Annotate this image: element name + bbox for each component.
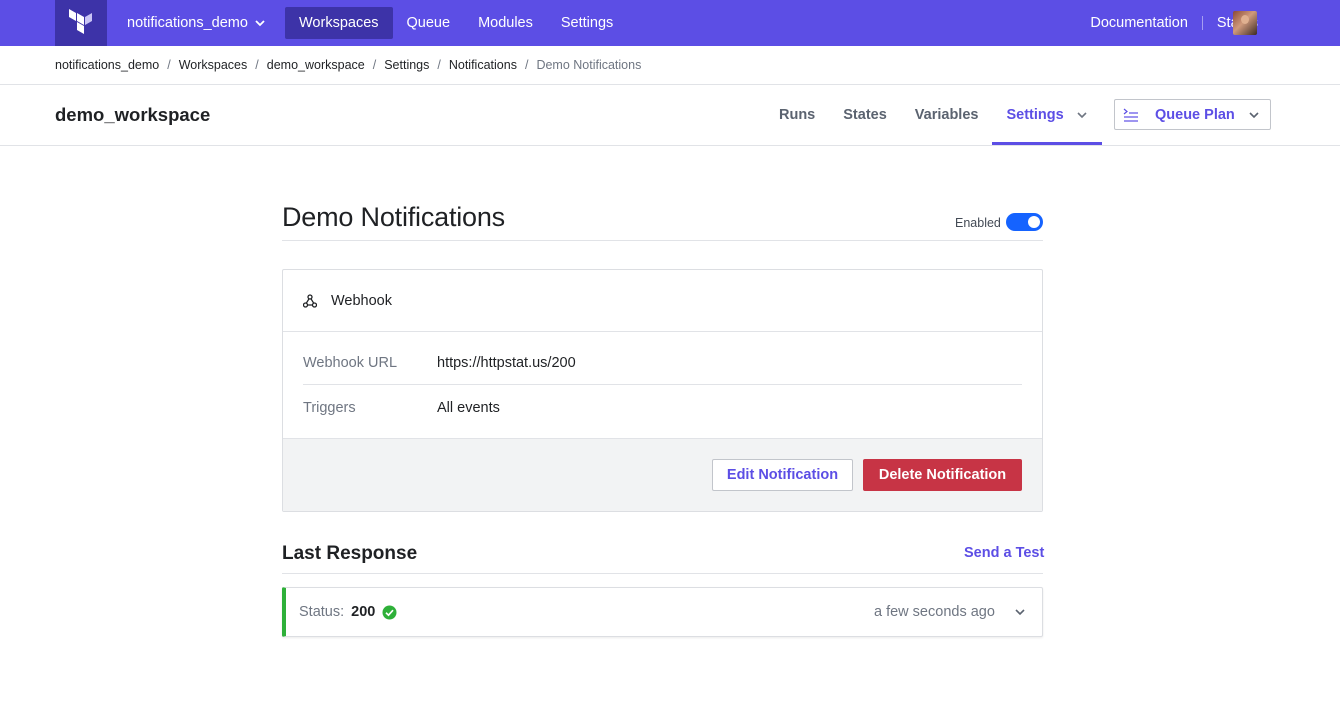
field-label: Triggers <box>303 400 356 416</box>
chevron-down-icon <box>255 20 265 27</box>
nav-divider <box>1201 16 1203 30</box>
top-navigation-bar: notifications_demo Workspaces Queue Modu… <box>0 0 1340 46</box>
page-title: Demo Notifications <box>282 202 505 232</box>
field-label: Webhook URL <box>303 354 398 371</box>
chevron-down-icon[interactable] <box>1014 606 1026 618</box>
chevron-down-icon <box>1249 111 1259 118</box>
breadcrumb-separator: / <box>524 58 529 72</box>
breadcrumb-separator: / <box>372 58 377 72</box>
enabled-toggle[interactable] <box>1006 213 1043 231</box>
last-response-title: Last Response <box>282 543 418 564</box>
destination-type: Webhook <box>331 292 392 309</box>
tab-variables[interactable]: Variables <box>901 85 993 145</box>
divider <box>282 240 1043 241</box>
tab-settings-label: Settings <box>1006 107 1064 123</box>
nav-modules[interactable]: Modules <box>464 7 547 39</box>
nav-workspaces[interactable]: Workspaces <box>285 7 393 39</box>
tab-runs[interactable]: Runs <box>765 85 829 145</box>
nav-queue[interactable]: Queue <box>393 7 465 39</box>
main-nav-links: Workspaces Queue Modules Settings <box>285 0 627 46</box>
tab-settings[interactable]: Settings <box>992 85 1102 145</box>
send-test-link[interactable]: Send a Test <box>964 545 1044 561</box>
status-code: 200 <box>351 604 376 620</box>
triggers-row: Triggers All events <box>303 386 1022 430</box>
breadcrumb-separator: / <box>167 58 171 72</box>
enabled-label: Enabled <box>955 216 1001 230</box>
nav-settings[interactable]: Settings <box>547 7 627 39</box>
organization-name: notifications_demo <box>127 15 248 31</box>
terraform-logo-icon <box>69 9 92 34</box>
breadcrumb-workspaces[interactable]: Workspaces <box>179 58 248 72</box>
check-circle-icon <box>382 605 397 619</box>
card-actions: Edit Notification Delete Notification <box>283 438 1042 511</box>
breadcrumb: notifications_demo / Workspaces / demo_w… <box>55 56 641 74</box>
breadcrumb-separator: / <box>437 58 441 72</box>
delete-notification-button[interactable]: Delete Notification <box>863 459 1022 491</box>
breadcrumb-workspace[interactable]: demo_workspace <box>267 58 365 72</box>
nav-documentation[interactable]: Documentation <box>1090 15 1188 31</box>
edit-notification-button[interactable]: Edit Notification <box>712 459 853 491</box>
response-item[interactable]: Status: 200 a few seconds ago <box>282 587 1043 637</box>
breadcrumb-organization[interactable]: notifications_demo <box>55 58 159 72</box>
breadcrumb-settings[interactable]: Settings <box>384 58 429 72</box>
notification-card: Webhook Webhook URL https://httpstat.us/… <box>282 269 1043 512</box>
organization-switcher[interactable]: notifications_demo <box>127 0 266 46</box>
divider <box>0 84 1340 85</box>
terminal-list-icon <box>1123 108 1138 122</box>
divider <box>282 573 1043 574</box>
webhook-url-value: https://httpstat.us/200 <box>437 354 576 371</box>
chevron-down-icon <box>1077 112 1087 119</box>
triggers-value: All events <box>437 400 500 416</box>
breadcrumb-notifications[interactable]: Notifications <box>449 58 517 72</box>
terraform-logo[interactable] <box>55 0 107 46</box>
success-icon <box>382 605 397 620</box>
toggle-knob <box>1028 216 1040 228</box>
breadcrumb-current: Demo Notifications <box>536 58 642 72</box>
workspace-tabs: Runs States Variables Settings <box>765 85 1102 145</box>
divider <box>0 145 1340 146</box>
breadcrumb-separator: / <box>255 58 259 72</box>
workspace-title: demo_workspace <box>55 104 211 125</box>
queue-plan-label: Queue Plan <box>1155 106 1235 123</box>
webhook-icon <box>303 293 317 308</box>
response-time: a few seconds ago <box>874 604 995 620</box>
user-avatar[interactable] <box>1233 11 1257 35</box>
webhook-url-row: Webhook URL https://httpstat.us/200 <box>303 341 1022 385</box>
tab-states[interactable]: States <box>829 85 901 145</box>
status-label: Status: <box>299 604 345 620</box>
destination-header: Webhook <box>283 270 1042 332</box>
queue-plan-button[interactable]: Queue Plan <box>1114 99 1271 130</box>
